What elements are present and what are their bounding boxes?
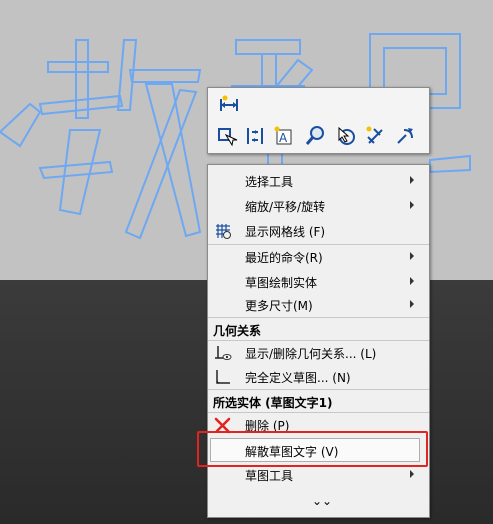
submenu-arrow-icon [410,300,414,308]
menu-item-fully-define-sketch[interactable]: 完全定义草图... (N) [208,365,429,389]
menu-item-recent-commands[interactable]: 最近的命令(R) [208,245,429,269]
relations-eye-icon [215,346,232,360]
menu-item-select-tools[interactable]: 选择工具 [208,169,429,193]
submenu-arrow-icon [410,176,414,184]
submenu-arrow-icon [410,201,414,209]
menu-item-show-grid[interactable]: 显示网格线 (F) [208,219,429,243]
menu-item-label: 草图工具 [245,469,294,483]
menu-item-more-dimensions[interactable]: 更多尺寸(M) [208,293,429,317]
sketch-text-icon[interactable]: A [272,125,294,147]
menu-item-zoom-pan-rotate[interactable]: 缩放/平移/旋转 [208,194,429,218]
select-icon[interactable] [334,125,356,147]
menu-item-label: 显示/删除几何关系... (L) [245,347,377,361]
svg-text:A: A [279,131,288,145]
chevron-down-icon: ⌄⌄ [312,494,333,508]
relation-icon[interactable] [244,125,266,147]
menu-item-display-delete-relations[interactable]: 显示/删除几何关系... (L) [208,341,429,365]
section-header-selected-entities: 所选实体 (草图文字1) [208,390,429,412]
menu-expand-more[interactable]: ⌄⌄ [208,491,429,515]
rotate-icon[interactable] [394,125,416,147]
menu-item-label: 显示网格线 (F) [245,225,326,239]
section-title: 所选实体 (草图文字1) [213,396,333,410]
zoom-icon[interactable] [304,125,326,147]
menu-item-label: 最近的命令(R) [245,251,323,265]
submenu-arrow-icon [410,252,414,260]
context-toolbar: A [207,87,430,154]
submenu-arrow-icon [410,470,414,478]
menu-item-label: 完全定义草图... (N) [245,371,351,385]
annotation-highlight-box [197,431,428,467]
menu-item-label: 草图绘制实体 [245,276,318,290]
menu-item-label: 缩放/平移/旋转 [245,200,326,214]
menu-item-sketch-entities[interactable]: 草图绘制实体 [208,270,429,294]
menu-item-label: 更多尺寸(M) [245,299,313,313]
submenu-arrow-icon [410,277,414,285]
section-title: 几何关系 [213,324,262,338]
grid-icon [216,224,231,239]
fully-define-icon [216,370,230,384]
smart-dimension-icon[interactable] [218,94,240,116]
menu-item-label: 选择工具 [245,175,294,189]
dimension-icon[interactable] [364,125,386,147]
move-entities-icon[interactable] [216,125,238,147]
section-header-relations: 几何关系 [208,318,429,340]
